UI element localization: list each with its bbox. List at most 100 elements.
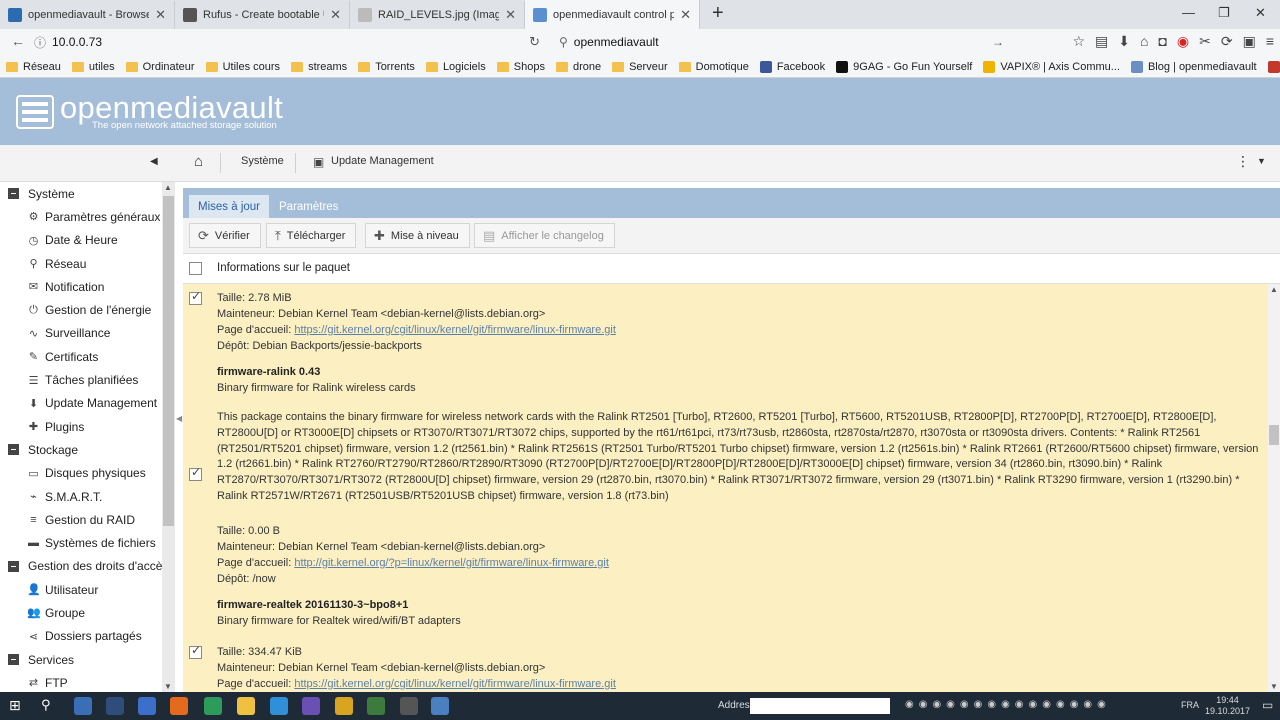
upgrade-button[interactable]: ✚ Mise à niveau (365, 223, 470, 248)
collapse-icon[interactable] (8, 444, 19, 456)
browser-tab-2[interactable]: Rufus - Create bootable US ✕ (175, 1, 350, 29)
taskbar-store-icon[interactable] (106, 697, 124, 715)
taskbar-search-icon[interactable]: ⚲ (41, 697, 51, 713)
row-checkbox[interactable] (189, 643, 202, 659)
taskbar-app-icon[interactable] (367, 697, 385, 715)
sidebar-item[interactable]: ⌁ S.M.A.R.T. (0, 485, 174, 508)
bookmark-item[interactable]: Blog | openmediavault (1130, 60, 1257, 73)
back-icon[interactable]: ← (6, 33, 30, 49)
sidebar-item[interactable]: ⇄ FTP (0, 671, 174, 692)
minimize-icon[interactable]: — (1182, 5, 1195, 20)
sidebar-group[interactable]: Gestion des droits d'accès (0, 555, 174, 578)
downloads-icon[interactable]: ⬇ (1118, 33, 1130, 50)
sidebar-item[interactable]: ✉ Notification (0, 275, 174, 298)
bookmark-item[interactable]: Facebook (759, 60, 825, 73)
sidebar-item[interactable]: ⬇ Update Management (0, 392, 174, 415)
bookmark-item[interactable]: Domotique (678, 61, 749, 73)
collapse-icon[interactable] (8, 188, 19, 200)
taskbar-app-icon[interactable] (74, 697, 92, 715)
notifications-icon[interactable]: ▭ (1262, 698, 1273, 712)
taskbar-app-icon[interactable] (431, 697, 449, 715)
extension-icon[interactable]: ✂ (1199, 33, 1211, 50)
go-arrow-icon[interactable]: → (992, 35, 1004, 49)
taskbar-firefox-icon[interactable] (170, 697, 188, 715)
menu-icon[interactable]: ≡ (1266, 33, 1274, 50)
addon-icon[interactable]: ▣ (1243, 33, 1256, 50)
taskbar-explorer-icon[interactable] (237, 697, 255, 715)
sidebar-item[interactable]: ◷ Date & Heure (0, 229, 174, 252)
bookmark-item[interactable]: Logiciels (425, 61, 486, 73)
taskbar-app-icon[interactable] (302, 697, 320, 715)
close-tab-icon[interactable]: ✕ (155, 7, 166, 23)
home-icon[interactable]: ⌂ (194, 153, 203, 170)
taskbar-address-input[interactable] (750, 698, 890, 714)
check-button[interactable]: ⟳ Vérifier (189, 223, 261, 248)
homepage-link[interactable]: http://git.kernel.org/?p=linux/kernel/gi… (294, 557, 609, 569)
sidebar-item[interactable]: ⚲ Réseau (0, 252, 174, 275)
changelog-button[interactable]: ▤ Afficher le changelog (474, 223, 615, 248)
collapse-sidebar-icon[interactable]: ◀ (150, 156, 158, 167)
browser-tab-1[interactable]: openmediavault - Browse F ✕ (0, 1, 175, 29)
bookmark-item[interactable]: 9GAG - Go Fun Yourself (836, 60, 972, 73)
select-all-checkbox[interactable] (189, 262, 202, 275)
sidebar-group[interactable]: Services (0, 648, 174, 671)
sidebar-item[interactable]: ✚ Plugins (0, 415, 174, 438)
bookmark-item[interactable]: VAPIX® | Axis Commu... (983, 60, 1120, 73)
scroll-down-icon[interactable]: ▼ (1270, 682, 1278, 691)
row-checkbox[interactable] (189, 465, 202, 481)
browser-tab-3[interactable]: RAID_LEVELS.jpg (Image JPE ✕ (350, 1, 525, 29)
row-checkbox[interactable] (189, 289, 202, 305)
reload-icon[interactable]: ↻ (529, 34, 540, 50)
bookmark-item[interactable]: drone (555, 61, 601, 73)
clock[interactable]: 19:44 19.10.2017 (1205, 695, 1250, 717)
url-bar[interactable]: ⓘ 10.0.0.73 ↻ (30, 31, 550, 53)
collapse-icon[interactable] (8, 560, 19, 572)
sidebar-item[interactable]: ⏻ Gestion de l'énergie (0, 298, 174, 321)
tab-settings[interactable]: Paramètres (270, 195, 347, 218)
sidebar-item[interactable]: ⋖ Dossiers partagés (0, 625, 174, 648)
browser-tab-4[interactable]: openmediavault control pan ✕ (525, 0, 700, 29)
home-browser-icon[interactable]: ⌂ (1140, 33, 1148, 50)
sidebar-group[interactable]: Stockage (0, 438, 174, 461)
bookmark-item[interactable]: Utiles cours (205, 61, 280, 73)
close-window-icon[interactable]: ✕ (1255, 5, 1266, 21)
pocket-icon[interactable]: ◘ (1158, 33, 1166, 50)
homepage-link[interactable]: https://git.kernel.org/cgit/linux/kernel… (294, 324, 616, 336)
input-language[interactable]: FRA (1181, 700, 1199, 710)
sidebar-item[interactable]: ≡ Gestion du RAID (0, 508, 174, 531)
bookmark-item[interactable]: Serveur (612, 61, 668, 73)
bookmark-item[interactable]: Ordinateur (125, 61, 195, 73)
bookmark-item[interactable]: utiles (71, 61, 115, 73)
search-bar[interactable]: ⚲ openmediavault → (555, 31, 1010, 53)
bookmark-star-icon[interactable]: ☆ (1072, 33, 1085, 50)
taskbar-app-icon[interactable] (400, 697, 418, 715)
taskbar-app-icon[interactable] (204, 697, 222, 715)
close-tab-icon[interactable]: ✕ (505, 7, 516, 23)
bookmark-item[interactable]: WTware for Raspberry... (1267, 60, 1280, 73)
new-tab-button[interactable]: + (712, 2, 724, 25)
sync-icon[interactable]: ⟳ (1221, 33, 1233, 50)
sidebar-group[interactable]: Système (0, 182, 174, 205)
splitter-handle-icon[interactable]: ◀ (176, 414, 182, 423)
sidebar-item[interactable]: 👤 Utilisateur (0, 578, 174, 601)
scroll-down-icon[interactable]: ▼ (164, 682, 172, 691)
bookmark-item[interactable]: Shops (496, 61, 545, 73)
taskbar-app-icon[interactable] (138, 697, 156, 715)
scroll-up-icon[interactable]: ▲ (1270, 285, 1278, 294)
more-options-icon[interactable]: ⋮ (1236, 153, 1250, 170)
windows-start-icon[interactable]: ⊞ (9, 697, 21, 714)
bookmark-item[interactable]: Torrents (358, 61, 415, 73)
sidebar-item[interactable]: ✎ Certificats (0, 345, 174, 368)
homepage-link[interactable]: https://git.kernel.org/cgit/linux/kernel… (294, 678, 616, 690)
grid-scrollbar-thumb[interactable] (1269, 425, 1279, 445)
chevron-down-icon[interactable]: ▼ (1257, 156, 1266, 166)
sidebar-item[interactable]: ☰ Tâches planifiées (0, 368, 174, 391)
taskbar-app-icon[interactable] (335, 697, 353, 715)
collapse-icon[interactable] (8, 654, 19, 666)
taskbar-app-icon[interactable] (270, 697, 288, 715)
close-tab-icon[interactable]: ✕ (330, 7, 341, 23)
download-button[interactable]: ⤒ Télécharger (266, 223, 357, 248)
restore-icon[interactable]: ❐ (1218, 5, 1230, 21)
grid-scrollbar[interactable] (1268, 284, 1280, 692)
sidebar-item[interactable]: ⚙ Paramètres généraux (0, 205, 174, 228)
